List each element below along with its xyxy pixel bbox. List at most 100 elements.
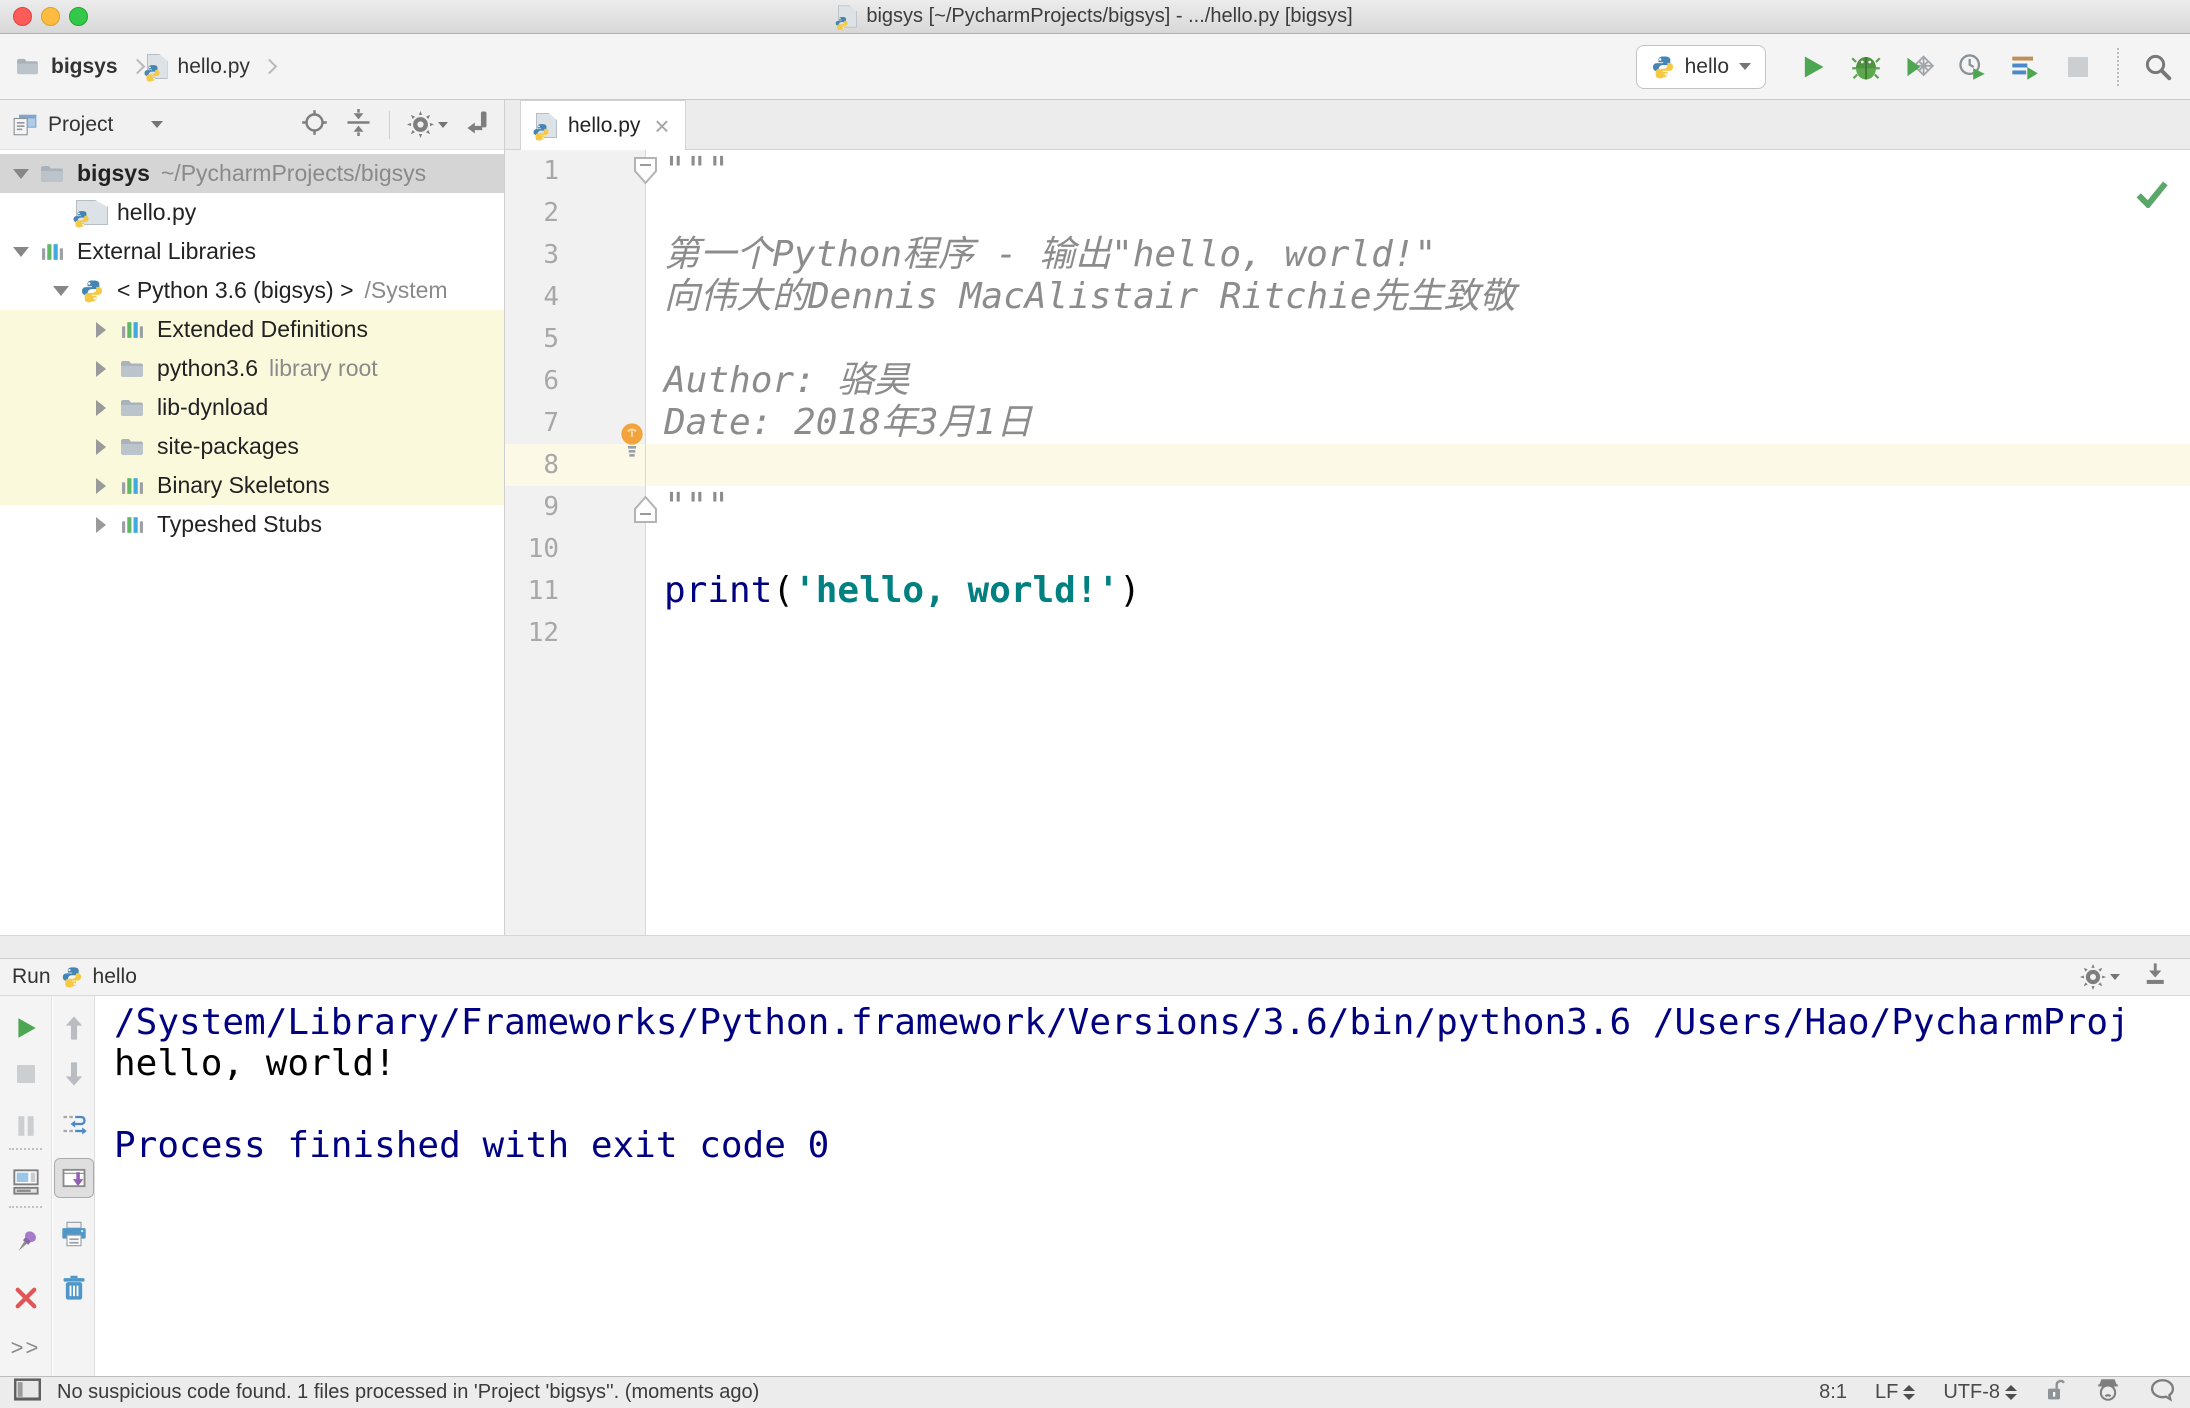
run-button[interactable] [1797, 51, 1829, 83]
search-everywhere-icon[interactable] [2142, 51, 2174, 83]
locate-file-button[interactable] [301, 109, 328, 141]
tree-item-hello-py[interactable]: hello.py [0, 193, 504, 232]
editor-area: hello.py × 1 2 3 4 5 6 7 8 9 10 11 12 ""… [505, 100, 2190, 935]
python-logo-icon [1652, 56, 1673, 78]
more-actions-button[interactable]: >> [6, 1328, 46, 1368]
chevron-down-icon[interactable] [13, 246, 29, 257]
restore-layout-button[interactable] [6, 1162, 46, 1202]
close-panel-button[interactable] [6, 1278, 46, 1318]
pin-tab-button[interactable] [6, 1222, 46, 1262]
fold-region-end-icon[interactable] [632, 494, 659, 529]
toolwindow-toggle-icon[interactable] [14, 1378, 41, 1407]
breadcrumb-file[interactable]: hello.py [178, 55, 250, 79]
scroll-to-end-button[interactable] [53, 1158, 94, 1198]
run-config-name[interactable]: hello [93, 965, 137, 989]
lock-icon[interactable] [2045, 1378, 2067, 1408]
profiler-button[interactable] [1956, 51, 1988, 83]
feedback-bubble-icon[interactable] [2149, 1377, 2176, 1408]
chevron-right-icon[interactable] [96, 477, 106, 494]
code-line: 第一个Python程序 - 输出"hello, world!" [664, 234, 1437, 275]
chevron-down-icon[interactable] [53, 285, 69, 296]
chevron-right-icon[interactable] [96, 438, 106, 455]
tree-item-lib-dynload[interactable]: lib-dynload [0, 388, 504, 427]
editor-run-splitter[interactable] [0, 935, 2190, 958]
hide-panel-button[interactable] [465, 109, 492, 141]
tree-item-typeshed-stubs[interactable]: Typeshed Stubs [0, 505, 504, 544]
stop-process-button [6, 1054, 46, 1094]
tab-hello-py[interactable]: hello.py × [520, 100, 686, 150]
caret-position[interactable]: 8:1 [1819, 1381, 1847, 1404]
panel-settings-button[interactable] [407, 111, 448, 138]
chevron-down-icon[interactable] [13, 168, 29, 179]
tree-item-hint: /System [364, 277, 448, 303]
updown-icon [1903, 1385, 1916, 1400]
tree-item-python-interpreter[interactable]: < Python 3.6 (bigsys) > /System [0, 271, 504, 310]
chevron-right-icon [261, 58, 278, 75]
project-tree: bigsys ~/PycharmProjects/bigsys hello.py… [0, 150, 504, 935]
run-console[interactable]: /System/Library/Frameworks/Python.framew… [96, 996, 2190, 1376]
inspection-ok-icon[interactable] [2136, 180, 2168, 213]
hector-inspector-icon[interactable] [2095, 1377, 2121, 1408]
project-view-icon [13, 114, 37, 135]
concurrency-diagram-button[interactable] [2009, 51, 2041, 83]
code-editor[interactable]: 1 2 3 4 5 6 7 8 9 10 11 12 """ 第一个Python… [505, 150, 2190, 935]
folder-icon [36, 164, 68, 184]
code-content[interactable]: """ 第一个Python程序 - 输出"hello, world!" 向伟大的… [646, 150, 2190, 654]
tree-item-bigsys[interactable]: bigsys ~/PycharmProjects/bigsys [0, 154, 504, 193]
chevron-right-icon[interactable] [96, 516, 106, 533]
chevron-down-icon[interactable] [151, 121, 164, 128]
debug-button[interactable] [1850, 51, 1882, 83]
encoding-select[interactable]: UTF-8 [1943, 1381, 2017, 1404]
chevron-down-icon [2110, 974, 2120, 980]
run-settings-button[interactable] [2080, 964, 2120, 990]
gear-icon [407, 111, 434, 138]
print-button[interactable] [54, 1214, 94, 1254]
tree-item-external-libraries[interactable]: External Libraries [0, 232, 504, 271]
panel-title[interactable]: Project [48, 113, 113, 137]
run-configuration-select[interactable]: hello [1635, 44, 1766, 89]
breadcrumb-project[interactable]: bigsys [51, 55, 118, 79]
toolbar-separator [9, 1148, 42, 1150]
rerun-button[interactable] [6, 1008, 46, 1048]
code-line: """ [664, 486, 730, 527]
toolbar-separator [389, 110, 390, 139]
line-separator-select[interactable]: LF [1875, 1381, 1916, 1404]
toolbar-separator [2117, 47, 2119, 86]
clear-console-button[interactable] [54, 1268, 94, 1308]
status-message[interactable]: No suspicious code found. 1 files proces… [57, 1381, 759, 1404]
console-line: /System/Library/Frameworks/Python.framew… [114, 1002, 2130, 1043]
python-file-icon [835, 5, 858, 31]
tree-item-label: Extended Definitions [157, 316, 368, 342]
intention-bulb-icon[interactable] [617, 422, 647, 463]
tree-item-site-packages[interactable]: site-packages [0, 427, 504, 466]
chevron-right-icon[interactable] [96, 360, 106, 377]
run-toolbar-inner [53, 996, 95, 1376]
fold-region-start-icon[interactable] [632, 156, 659, 191]
code-line: Author: 骆昊 [664, 360, 910, 401]
folder-icon [116, 398, 148, 418]
collapse-all-button[interactable] [345, 108, 372, 141]
close-tab-icon[interactable]: × [654, 113, 669, 139]
chevron-right-icon[interactable] [96, 399, 106, 416]
run-with-coverage-button[interactable] [1903, 51, 1935, 83]
console-line: Process finished with exit code 0 [114, 1125, 830, 1166]
hide-run-panel-button[interactable] [2142, 961, 2168, 993]
editor-tab-bar: hello.py × [505, 100, 2190, 150]
tree-item-extended-definitions[interactable]: Extended Definitions [0, 310, 504, 349]
run-panel-header: Run hello [0, 958, 2190, 996]
chevron-right-icon[interactable] [96, 321, 106, 338]
tree-item-label: hello.py [117, 199, 197, 225]
library-icon [36, 240, 68, 263]
tree-item-python36[interactable]: python3.6 library root [0, 349, 504, 388]
line-numbers[interactable]: 1 2 3 4 5 6 7 8 9 10 11 12 [505, 150, 645, 654]
tree-item-label: python3.6 [157, 355, 259, 381]
library-icon [116, 474, 148, 497]
soft-wrap-button[interactable] [54, 1104, 94, 1144]
chevron-down-icon [1739, 63, 1751, 70]
tree-item-binary-skeletons[interactable]: Binary Skeletons [0, 466, 504, 505]
folder-icon [17, 58, 38, 75]
